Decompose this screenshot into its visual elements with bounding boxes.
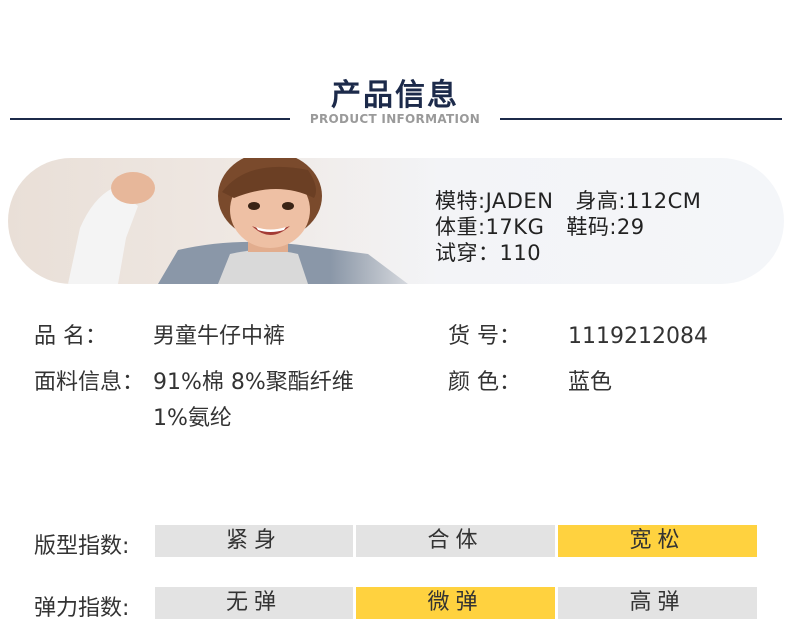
model-info-row-3: 试穿：110 <box>435 240 701 266</box>
stretch-option-slight: 微弹 <box>356 587 555 619</box>
model-trial-size: 试穿：110 <box>435 241 542 265</box>
spec-key: 面料信息： <box>34 370 145 395</box>
spec-key: 颜 色： <box>448 370 521 395</box>
spec-fabric-line2: 1%氨纶 <box>153 406 232 431</box>
spec-sku: 货 号： 1119212084 <box>448 318 708 350</box>
model-info-row-1: 模特:JADEN 身高:112CM <box>435 188 701 214</box>
model-weight: 体重:17KG <box>435 215 545 239</box>
fit-index-label: 版型指数: <box>34 534 130 559</box>
fit-option-loose: 宽松 <box>558 525 757 557</box>
fit-option-tight: 紧身 <box>155 525 353 557</box>
spec-product-name: 品 名： 男童牛仔中裤 <box>34 318 285 350</box>
spec-value: 男童牛仔中裤 <box>153 324 286 349</box>
fit-option-regular: 合体 <box>356 525 555 557</box>
spec-key: 货 号： <box>448 324 521 349</box>
spec-value: 1119212084 <box>568 324 708 349</box>
stretch-index-label: 弹力指数: <box>34 596 130 621</box>
stretch-option-high: 高弹 <box>558 587 757 619</box>
model-info: 模特:JADEN 身高:112CM 体重:17KG 鞋码:29 试穿：110 <box>435 188 701 266</box>
model-photo <box>8 158 438 284</box>
spec-value: 蓝色 <box>568 370 613 395</box>
model-height: 身高:112CM <box>575 189 702 213</box>
section-title: 产品信息 <box>331 78 459 113</box>
model-name: 模特:JADEN <box>435 189 554 213</box>
spec-fabric: 面料信息： 91%棉 8%聚酯纤维 <box>34 364 354 396</box>
spec-key: 品 名： <box>34 324 107 349</box>
spec-color: 颜 色： 蓝色 <box>448 364 612 396</box>
model-info-row-2: 体重:17KG 鞋码:29 <box>435 214 701 240</box>
section-subtitle: PRODUCT INFORMATION <box>309 112 481 126</box>
spec-value: 91%棉 8%聚酯纤维 <box>153 370 354 395</box>
model-shoe-size: 鞋码:29 <box>566 215 645 239</box>
stretch-option-none: 无弹 <box>155 587 353 619</box>
